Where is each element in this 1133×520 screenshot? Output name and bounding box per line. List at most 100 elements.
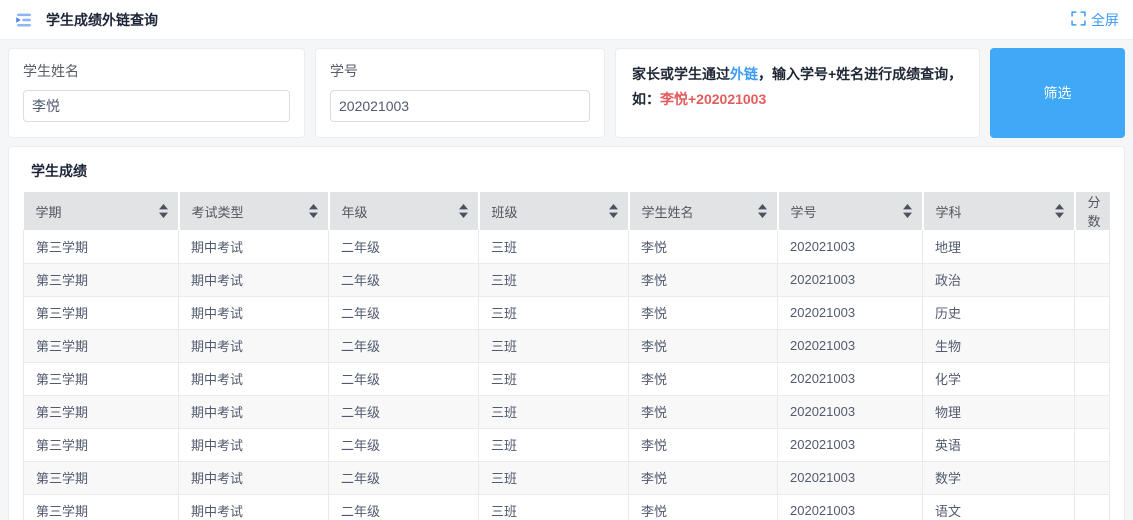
- cell-subject: 化学: [923, 362, 1075, 395]
- hint-example-label: 如：: [632, 91, 660, 107]
- scores-table: 学期考试类型年级班级学生姓名学号学科分数 第三学期期中考试二年级三班李悦2020…: [23, 192, 1110, 520]
- cell-subject: 语文: [923, 494, 1075, 520]
- column-header-class[interactable]: 班级: [479, 192, 629, 230]
- student-id-input[interactable]: [330, 90, 590, 122]
- cell-semester: 第三学期: [24, 263, 179, 296]
- scores-card: 学生成绩 学期考试类型年级班级学生姓名学号学科分数 第三学期期中考试二年级三班李…: [8, 146, 1125, 520]
- table-row: 第三学期期中考试二年级三班李悦202021003地理: [24, 230, 1110, 263]
- cell-student-name: 李悦: [629, 428, 778, 461]
- cell-subject: 英语: [923, 428, 1075, 461]
- fullscreen-button[interactable]: 全屏: [1071, 10, 1119, 30]
- cell-class: 三班: [479, 263, 629, 296]
- cell-student-name: 李悦: [629, 362, 778, 395]
- cell-student-id: 202021003: [778, 461, 923, 494]
- cell-student-name: 李悦: [629, 395, 778, 428]
- cell-student-name: 李悦: [629, 329, 778, 362]
- cell-grade: 二年级: [329, 296, 479, 329]
- table-row: 第三学期期中考试二年级三班李悦202021003历史: [24, 296, 1110, 329]
- filter-row: 学生姓名 学号 家长或学生通过外链，输入学号+姓名进行成绩查询， 如：李悦+20…: [8, 48, 1125, 138]
- cell-score: [1075, 263, 1110, 296]
- student-name-input[interactable]: [23, 90, 290, 122]
- cell-score: [1075, 362, 1110, 395]
- cell-student-id: 202021003: [778, 296, 923, 329]
- hint-example-value: 李悦+202021003: [660, 91, 766, 107]
- student-id-filter-card: 学号: [315, 48, 605, 138]
- sort-icon: [758, 204, 767, 218]
- cell-exam-type: 期中考试: [179, 263, 329, 296]
- table-row: 第三学期期中考试二年级三班李悦202021003英语: [24, 428, 1110, 461]
- column-label: 班级: [492, 202, 518, 221]
- cell-score: [1075, 461, 1110, 494]
- column-label: 学号: [791, 202, 817, 221]
- column-header-grade[interactable]: 年级: [329, 192, 479, 230]
- collapse-sidebar-icon[interactable]: [14, 12, 34, 28]
- cell-score: [1075, 395, 1110, 428]
- cell-score: [1075, 494, 1110, 520]
- cell-grade: 二年级: [329, 461, 479, 494]
- cell-semester: 第三学期: [24, 329, 179, 362]
- column-header-semester[interactable]: 学期: [24, 192, 179, 230]
- cell-student-id: 202021003: [778, 362, 923, 395]
- cell-subject: 生物: [923, 329, 1075, 362]
- column-header-score: 分数: [1075, 192, 1110, 230]
- cell-class: 三班: [479, 230, 629, 263]
- table-header: 学期 考试类型年级 班级 学生姓名 学号 学科分数: [24, 192, 1110, 230]
- cell-score: [1075, 329, 1110, 362]
- cell-exam-type: 期中考试: [179, 329, 329, 362]
- column-label: 年级: [342, 202, 368, 221]
- column-header-student-id[interactable]: 学号: [778, 192, 923, 230]
- fullscreen-label: 全屏: [1091, 10, 1119, 30]
- cell-exam-type: 期中考试: [179, 494, 329, 520]
- cell-semester: 第三学期: [24, 395, 179, 428]
- cell-subject: 地理: [923, 230, 1075, 263]
- cell-exam-type: 期中考试: [179, 461, 329, 494]
- cell-class: 三班: [479, 362, 629, 395]
- student-id-label: 学号: [330, 61, 590, 81]
- cell-exam-type: 期中考试: [179, 230, 329, 263]
- sort-icon: [1055, 204, 1064, 218]
- sort-icon: [609, 204, 618, 218]
- cell-class: 三班: [479, 461, 629, 494]
- table-row: 第三学期期中考试二年级三班李悦202021003数学: [24, 461, 1110, 494]
- topbar: 学生成绩外链查询 全屏: [0, 0, 1133, 40]
- table-row: 第三学期期中考试二年级三班李悦202021003物理: [24, 395, 1110, 428]
- student-name-label: 学生姓名: [23, 61, 290, 81]
- cell-student-name: 李悦: [629, 263, 778, 296]
- cell-score: [1075, 230, 1110, 263]
- fullscreen-icon: [1071, 11, 1086, 29]
- hint-text-middle: ，输入学号+姓名进行成绩查询，: [758, 66, 962, 82]
- cell-subject: 数学: [923, 461, 1075, 494]
- cell-semester: 第三学期: [24, 494, 179, 520]
- external-link[interactable]: 外链: [730, 66, 758, 82]
- cell-class: 三班: [479, 395, 629, 428]
- cell-semester: 第三学期: [24, 296, 179, 329]
- column-header-student-name[interactable]: 学生姓名: [629, 192, 778, 230]
- cell-student-name: 李悦: [629, 494, 778, 520]
- table-title: 学生成绩: [31, 161, 1110, 181]
- cell-class: 三班: [479, 494, 629, 520]
- cell-grade: 二年级: [329, 494, 479, 520]
- column-header-exam-type[interactable]: 考试类型: [179, 192, 329, 230]
- column-label: 分数: [1088, 192, 1101, 230]
- cell-grade: 二年级: [329, 263, 479, 296]
- student-name-filter-card: 学生姓名: [8, 48, 305, 138]
- cell-semester: 第三学期: [24, 230, 179, 263]
- cell-grade: 二年级: [329, 362, 479, 395]
- hint-text-prefix: 家长或学生通过: [632, 66, 730, 82]
- hint-card: 家长或学生通过外链，输入学号+姓名进行成绩查询， 如：李悦+202021003: [615, 48, 980, 138]
- filter-button[interactable]: 筛选: [990, 48, 1125, 138]
- column-header-subject[interactable]: 学科: [923, 192, 1075, 230]
- cell-student-id: 202021003: [778, 329, 923, 362]
- table-row: 第三学期期中考试二年级三班李悦202021003政治: [24, 263, 1110, 296]
- cell-score: [1075, 296, 1110, 329]
- cell-grade: 二年级: [329, 329, 479, 362]
- cell-student-name: 李悦: [629, 461, 778, 494]
- table-row: 第三学期期中考试二年级三班李悦202021003化学: [24, 362, 1110, 395]
- table-body: 第三学期期中考试二年级三班李悦202021003地理第三学期期中考试二年级三班李…: [24, 230, 1110, 520]
- table-row: 第三学期期中考试二年级三班李悦202021003语文: [24, 494, 1110, 520]
- cell-exam-type: 期中考试: [179, 428, 329, 461]
- column-label: 学期: [36, 202, 62, 221]
- cell-student-id: 202021003: [778, 230, 923, 263]
- column-label: 学生姓名: [642, 202, 694, 221]
- cell-student-name: 李悦: [629, 296, 778, 329]
